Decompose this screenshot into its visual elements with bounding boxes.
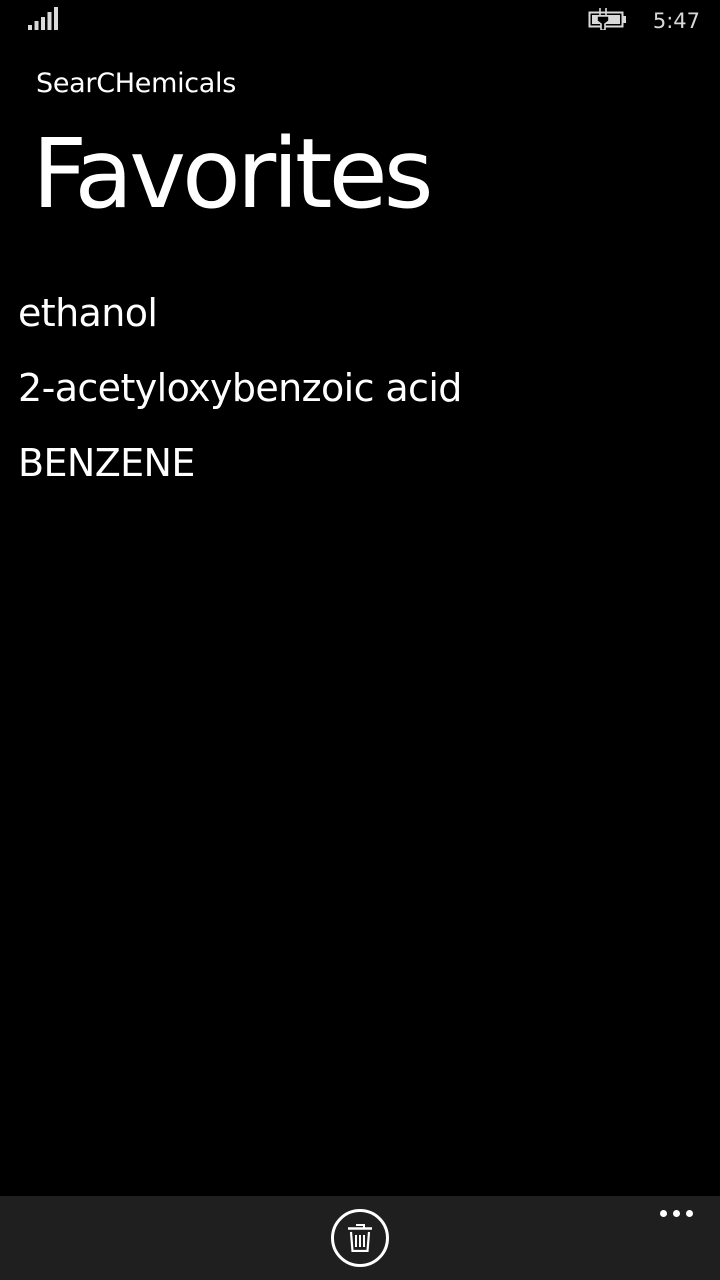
more-options-button[interactable] [652, 1204, 702, 1224]
trash-icon [348, 1224, 372, 1252]
more-options-icon [673, 1210, 680, 1217]
favorites-list: ethanol 2-acetyloxybenzoic acid BENZENE [0, 282, 720, 507]
favorite-item[interactable]: BENZENE [0, 432, 720, 507]
more-options-icon [660, 1210, 667, 1217]
battery-charging-icon [588, 8, 626, 30]
page-title: Favorites [32, 118, 434, 230]
delete-button[interactable] [331, 1209, 389, 1267]
status-time: 5:47 [652, 9, 700, 33]
app-bar [0, 1196, 720, 1280]
app-title: SearCHemicals [36, 68, 237, 99]
more-options-icon [686, 1210, 693, 1217]
favorite-item[interactable]: 2-acetyloxybenzoic acid [0, 357, 720, 432]
signal-strength-icon [28, 7, 58, 30]
favorite-item[interactable]: ethanol [0, 282, 720, 357]
status-bar: 5:47 [0, 0, 720, 40]
